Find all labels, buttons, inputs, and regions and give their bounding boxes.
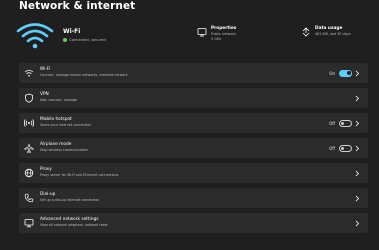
network-status-header: Wi-Fi Connected, secured Properties Publ… [13, 20, 379, 54]
airplane-mode-toggle[interactable] [339, 144, 352, 152]
chevron-right-icon [355, 220, 360, 227]
mobile-hotspot-toggle-state: Off [329, 120, 335, 126]
mobile-hotspot-row-description: Share your internet connection [40, 123, 92, 127]
advanced-network-row-label: Advanced network settings [40, 216, 99, 222]
settings-row-advanced-network[interactable]: Advanced network settings View all netwo… [19, 213, 368, 233]
wifi-row-description: Connect, manage known networks, metered … [40, 73, 128, 77]
connection-status: Connected, secured [63, 38, 106, 42]
settings-page: Network & internet Wi-Fi Connected, secu… [0, 0, 379, 250]
data-usage-icon [302, 27, 310, 37]
chevron-right-icon [355, 70, 360, 77]
airplane-icon [24, 143, 34, 153]
settings-row-wifi[interactable]: Wi-Fi Connect, manage known networks, me… [19, 63, 368, 83]
hotspot-icon [24, 119, 34, 127]
properties-label: Properties [211, 26, 237, 31]
data-usage-link[interactable]: Data usage 481 MB, last 30 days [301, 26, 351, 37]
toggle-knob [341, 146, 345, 150]
settings-row-vpn[interactable]: VPN Add, connect, manage [19, 88, 368, 108]
page-title: Network & internet [19, 0, 136, 12]
toggle-knob [341, 121, 345, 125]
chevron-right-icon [355, 145, 360, 152]
proxy-row-description: Proxy server for Wi-Fi and Ethernet conn… [40, 173, 119, 177]
chevron-right-icon [355, 95, 360, 102]
vpn-row-description: Add, connect, manage [40, 98, 78, 102]
airplane-mode-row-label: Airplane mode [40, 141, 72, 147]
phone-icon [24, 193, 34, 203]
connected-network-name: Wi-Fi [63, 28, 81, 35]
dial-up-row-label: Dial-up [40, 191, 56, 197]
proxy-row-label: Proxy [40, 166, 52, 172]
chevron-right-icon [355, 170, 360, 177]
toggle-knob [346, 71, 351, 75]
advanced-network-row-description: View all network adapters, network reset [40, 223, 108, 227]
wifi-row-label: Wi-Fi [40, 66, 51, 72]
connection-status-text: Connected, secured [69, 38, 106, 42]
shield-icon [25, 93, 33, 103]
properties-icon [197, 28, 207, 37]
properties-link[interactable]: Properties Public network 5 GHz [197, 26, 236, 42]
airplane-mode-row-description: Stop wireless communication [40, 148, 89, 152]
properties-network-type: Public network [211, 32, 236, 36]
data-usage-value: 481 MB, last 30 days [315, 32, 351, 36]
settings-row-mobile-hotspot[interactable]: Mobile hotspot Share your internet conne… [19, 113, 368, 133]
chevron-right-icon [355, 120, 360, 127]
settings-row-proxy[interactable]: Proxy Proxy server for Wi-Fi and Etherne… [19, 163, 368, 183]
properties-band: 5 GHz [211, 37, 222, 42]
mobile-hotspot-row-label: Mobile hotspot [40, 116, 72, 122]
connected-dot-icon [63, 38, 67, 42]
settings-row-dial-up[interactable]: Dial-up Set up a dial-up internet connec… [19, 188, 368, 208]
dial-up-row-description: Set up a dial-up internet connection [40, 198, 100, 202]
wifi-icon [24, 69, 34, 77]
vpn-row-label: VPN [40, 91, 49, 97]
settings-row-airplane-mode[interactable]: Airplane mode Stop wireless communicatio… [19, 138, 368, 158]
wifi-signal-icon [16, 23, 54, 49]
chevron-right-icon [355, 195, 360, 202]
globe-icon [24, 168, 34, 178]
wifi-toggle-state: On [329, 70, 335, 76]
airplane-mode-toggle-state: Off [329, 145, 335, 151]
monitor-icon [24, 219, 34, 228]
wifi-toggle[interactable] [339, 69, 352, 77]
mobile-hotspot-toggle[interactable] [339, 119, 352, 127]
data-usage-label: Data usage [315, 26, 343, 31]
